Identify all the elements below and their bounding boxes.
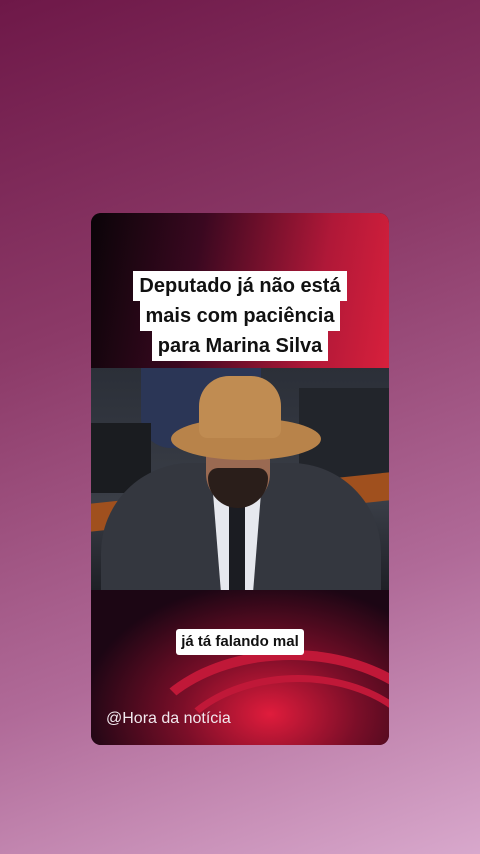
subtitle-caption: já tá falando mal xyxy=(91,629,389,655)
video-card[interactable]: Deputado já não está mais com paciência … xyxy=(91,213,389,745)
headline-line: Deputado já não está xyxy=(133,271,347,301)
page-background: { "headline": { "lines": ["Deputado já n… xyxy=(0,0,480,854)
cowboy-hat-crown xyxy=(199,376,281,438)
channel-watermark: @Hora da notícia xyxy=(106,710,231,727)
headline: Deputado já não está mais com paciência … xyxy=(91,271,389,361)
video-frame[interactable] xyxy=(91,368,389,590)
headline-line: para Marina Silva xyxy=(151,331,329,361)
headline-line: mais com paciência xyxy=(139,301,341,331)
caption-text: já tá falando mal xyxy=(176,629,304,655)
